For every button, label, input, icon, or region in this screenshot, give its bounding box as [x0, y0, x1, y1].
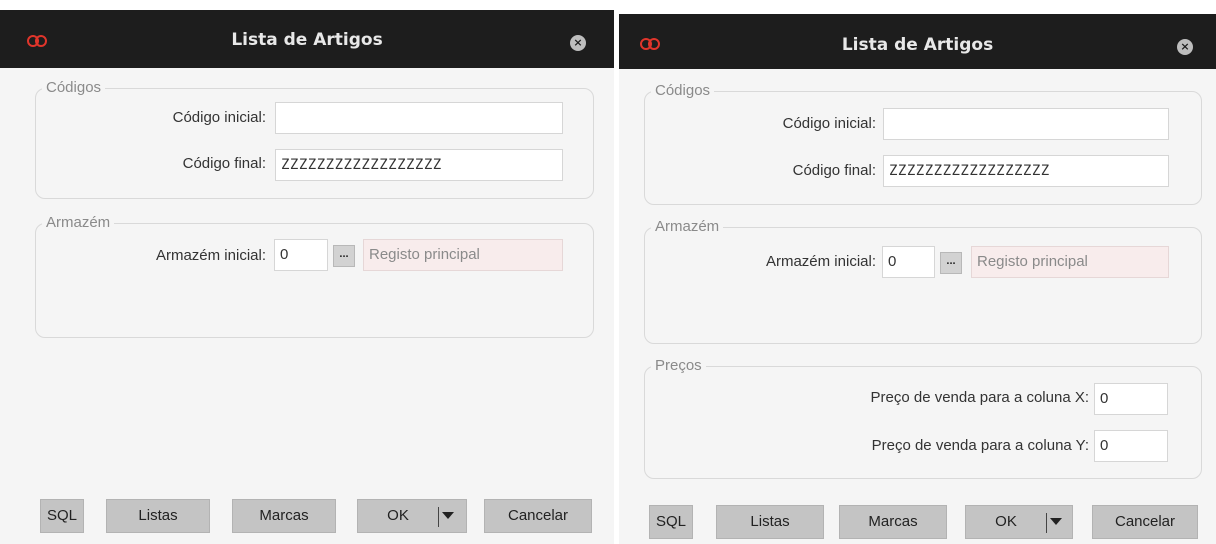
preco-x-label: Preço de venda para a coluna X:	[870, 389, 1089, 406]
codigo-inicial-input[interactable]	[275, 102, 563, 134]
armazem-inicial-label: Armazém inicial:	[155, 247, 266, 264]
codigo-final-label: Código final:	[182, 155, 266, 172]
preco-y-label: Preço de venda para a coluna Y:	[871, 437, 1089, 454]
sql-button[interactable]: SQL	[649, 505, 693, 539]
armazem-inicial-input[interactable]: 0	[274, 239, 328, 271]
armazem-legend: Armazém	[651, 217, 724, 237]
window-title: Lista de Artigos	[231, 30, 383, 50]
codigos-legend: Códigos	[42, 78, 106, 98]
marcas-button[interactable]: Marcas	[839, 505, 947, 539]
armazem-lookup-button[interactable]: ...	[333, 245, 355, 267]
window-title: Lista de Artigos	[841, 35, 994, 55]
armazem-description: Registo principal	[971, 246, 1169, 278]
close-icon[interactable]: ×	[570, 35, 586, 51]
codigo-final-input[interactable]: ZZZZZZZZZZZZZZZZZZ	[275, 149, 563, 181]
ok-separator	[1046, 513, 1047, 533]
chevron-down-icon[interactable]	[1050, 518, 1062, 525]
codigo-final-input[interactable]: ZZZZZZZZZZZZZZZZZZ	[883, 155, 1169, 187]
armazem-inicial-input[interactable]: 0	[882, 246, 935, 278]
title-bar: Lista de Artigos ×	[619, 14, 1216, 69]
codigo-inicial-label: Código inicial:	[172, 109, 266, 126]
ok-split-button[interactable]: OK	[965, 505, 1073, 539]
ok-separator	[438, 507, 439, 527]
armazem-lookup-button[interactable]: ...	[940, 252, 962, 274]
preco-y-input[interactable]: 0	[1094, 430, 1168, 462]
armazem-description: Registo principal	[363, 239, 563, 271]
ok-label[interactable]: OK	[966, 506, 1046, 538]
close-icon[interactable]: ×	[1177, 39, 1193, 55]
title-bar: Lista de Artigos ×	[0, 10, 614, 68]
chevron-down-icon[interactable]	[442, 512, 454, 519]
listas-button[interactable]: Listas	[106, 499, 210, 533]
cancelar-button[interactable]: Cancelar	[1092, 505, 1198, 539]
armazem-inicial-label: Armazém inicial:	[765, 253, 876, 270]
codigo-inicial-input[interactable]	[883, 108, 1169, 140]
listas-button[interactable]: Listas	[716, 505, 824, 539]
ok-label[interactable]: OK	[358, 500, 438, 532]
dialog-right: Lista de Artigos × Códigos Código inicia…	[619, 14, 1216, 544]
preco-x-input[interactable]: 0	[1094, 383, 1168, 415]
codigo-inicial-label: Código inicial:	[782, 115, 876, 132]
sql-button[interactable]: SQL	[40, 499, 84, 533]
marcas-button[interactable]: Marcas	[232, 499, 336, 533]
dialog-left: Lista de Artigos × Códigos Código inicia…	[0, 10, 614, 544]
cancelar-button[interactable]: Cancelar	[484, 499, 592, 533]
precos-legend: Preços	[651, 356, 706, 376]
armazem-legend: Armazém	[42, 213, 115, 233]
codigo-final-label: Código final:	[792, 162, 876, 179]
codigos-legend: Códigos	[651, 81, 715, 101]
armazem-group: Armazém	[644, 217, 1202, 344]
ok-split-button[interactable]: OK	[357, 499, 467, 533]
